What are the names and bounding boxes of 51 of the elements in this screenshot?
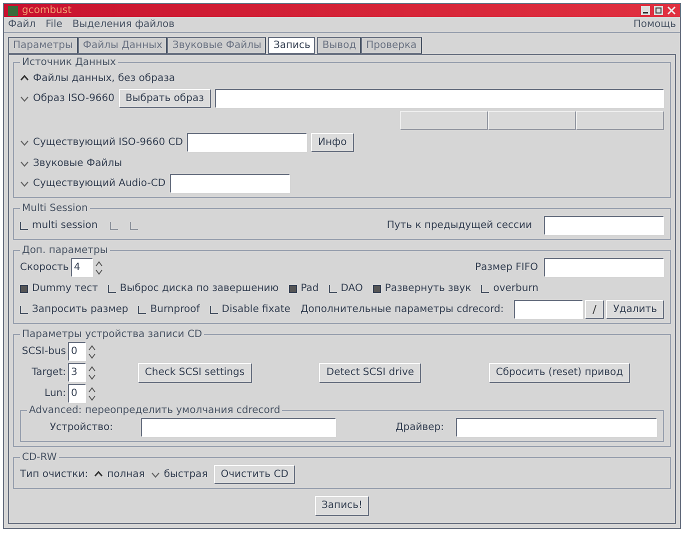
group-title: Источник Данных <box>21 56 117 70</box>
checkbox-label: Развернуть звук <box>384 282 472 296</box>
radio-label: Звуковые Файлы <box>33 156 122 170</box>
checkbox-label: Burnproof <box>150 303 200 317</box>
checkbox-label: multi session <box>32 219 98 233</box>
device-button[interactable]: Check SCSI settings <box>138 362 252 382</box>
group-title: Multi Session <box>21 202 89 216</box>
fifo-label: Размер FIFO <box>474 261 538 275</box>
checkbox-label: Pad <box>300 282 319 296</box>
tab[interactable]: Запись <box>268 37 316 54</box>
erase-cd-button[interactable]: Очистить CD <box>214 465 296 484</box>
device-button[interactable]: Detect SCSI drive <box>319 362 422 382</box>
group-title: Advanced: переопределить умолчания cdrecord <box>28 404 282 418</box>
menu-item[interactable]: Файл <box>8 17 36 32</box>
radio-label: Существующий Audio-CD <box>33 177 166 191</box>
help-menu[interactable]: Помощь <box>633 17 676 32</box>
window-title: gcombust <box>22 6 72 16</box>
group-title: Параметры устройства записи CD <box>21 328 204 342</box>
choose-image-button[interactable]: Выбрать образ <box>118 89 211 108</box>
spin-label: Lun: <box>44 387 66 401</box>
checkbox-label: overburn <box>493 282 538 296</box>
radio-label: быстрая <box>164 468 208 482</box>
checkbox-label: Disable fixate <box>222 303 290 317</box>
radio-label: Существующий ISO-9660 CD <box>33 136 183 150</box>
driver-label: Драйвер: <box>394 421 445 435</box>
group-title: CD-RW <box>21 451 58 465</box>
spin-label: Target: <box>32 366 66 380</box>
previous-session-label: Путь к предыдущей сессии <box>386 219 532 233</box>
menu-item[interactable]: Выделения файлов <box>72 17 175 32</box>
checkbox-label: Запросить размер <box>32 303 128 317</box>
spin-label: SCSI-bus <box>22 345 66 359</box>
device-label: Устройство: <box>48 421 114 435</box>
speed-label: Скорость <box>20 261 69 275</box>
group-title: Доп. параметры <box>21 244 109 258</box>
radio-label: Файлы данных, без образа <box>33 72 176 86</box>
radio-label: полная <box>107 468 145 482</box>
spin-field[interactable]: 0 <box>68 384 86 403</box>
record-button[interactable]: Запись! <box>314 496 370 516</box>
extra-params-label: Дополнительные параметры cdrecord: <box>300 303 504 317</box>
delete-button[interactable]: Удалить <box>606 300 664 319</box>
checkbox-label: Dummy тест <box>32 282 98 296</box>
spin-field[interactable]: 3 <box>68 363 86 382</box>
device-button[interactable]: Сбросить (reset) привод <box>488 362 630 382</box>
info-button[interactable]: Инфо <box>311 133 354 152</box>
menu-item[interactable]: File <box>46 17 62 32</box>
erase-type-label: Тип очистки: <box>20 468 88 482</box>
checkbox-label: DAO <box>340 282 363 296</box>
radio-label: Образ ISO-9660 <box>33 92 115 106</box>
spin-field[interactable]: 0 <box>68 342 86 361</box>
spin-field[interactable]: 4 <box>70 258 93 277</box>
checkbox-label: Выброс диска по завершению <box>120 282 279 296</box>
